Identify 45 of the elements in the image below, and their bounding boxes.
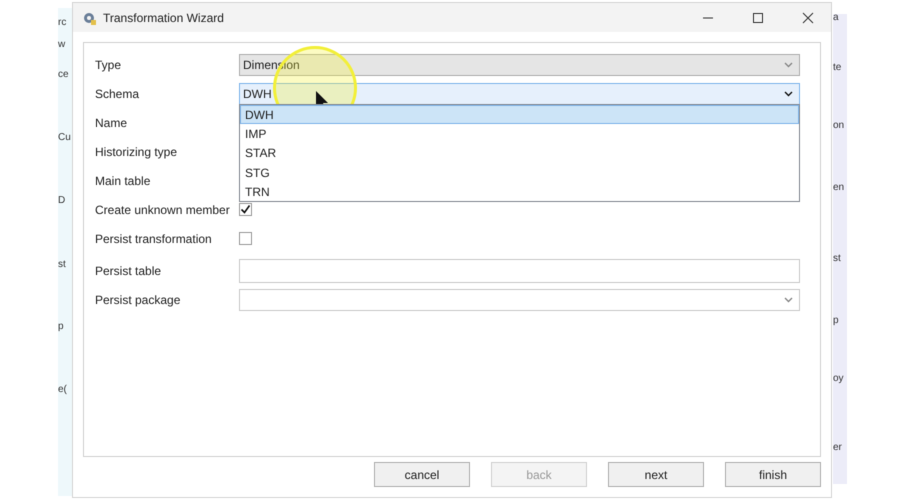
text-fragment: st [58, 260, 66, 270]
text-fragment: te [833, 63, 842, 73]
wizard-button[interactable]: cancel [374, 462, 470, 487]
field-label: Main table [94, 172, 152, 190]
dropdown[interactable] [239, 288, 800, 310]
field-label: Type [94, 56, 122, 74]
text-fragment: en [833, 183, 844, 193]
field-label: Name [94, 114, 128, 132]
checkbox[interactable] [239, 232, 252, 245]
dropdown[interactable]: DWH [239, 82, 800, 104]
text-fragment: ce [58, 70, 69, 80]
window-title: Transformation Wizard [103, 10, 225, 26]
text-fragment: rc [58, 18, 66, 28]
text-fragment: er [833, 443, 842, 453]
chevron-down-icon [784, 296, 793, 302]
field-label: Persist transformation [94, 230, 213, 248]
dropdown-option[interactable]: DWH [240, 105, 799, 124]
chevron-down-icon [784, 90, 793, 96]
minimize-icon [703, 16, 713, 18]
maximize-icon [752, 12, 764, 24]
close-icon [802, 12, 814, 24]
text-fragment: Cu [58, 133, 71, 143]
text-fragment: w [58, 40, 66, 50]
field-label: Persist table [94, 262, 162, 280]
wizard-button[interactable]: next [608, 462, 704, 487]
text-fragment: on [833, 121, 844, 131]
field-label: Create unknown member [94, 202, 231, 218]
text-fragment: p [833, 316, 839, 326]
chevron-down-icon [784, 62, 793, 68]
text-fragment: a [833, 13, 839, 23]
text-fragment: st [833, 254, 841, 264]
field-label: Schema [94, 86, 140, 102]
text-fragment: e( [58, 385, 67, 395]
field-label: Persist package [94, 292, 182, 308]
text-field[interactable] [239, 258, 800, 282]
text-fragment: D [58, 196, 66, 206]
wizard-button[interactable]: finish [725, 462, 821, 487]
field-label: Historizing type [94, 144, 178, 160]
dropdown-option[interactable]: TRN [240, 182, 799, 202]
checkbox[interactable] [239, 203, 252, 216]
text-fragment: p [58, 322, 64, 332]
text-fragment: oy [833, 374, 844, 384]
dropdown-option[interactable]: STG [240, 162, 799, 182]
dropdown-option[interactable]: IMP [240, 124, 799, 144]
dropdown-option[interactable]: STAR [240, 144, 799, 163]
